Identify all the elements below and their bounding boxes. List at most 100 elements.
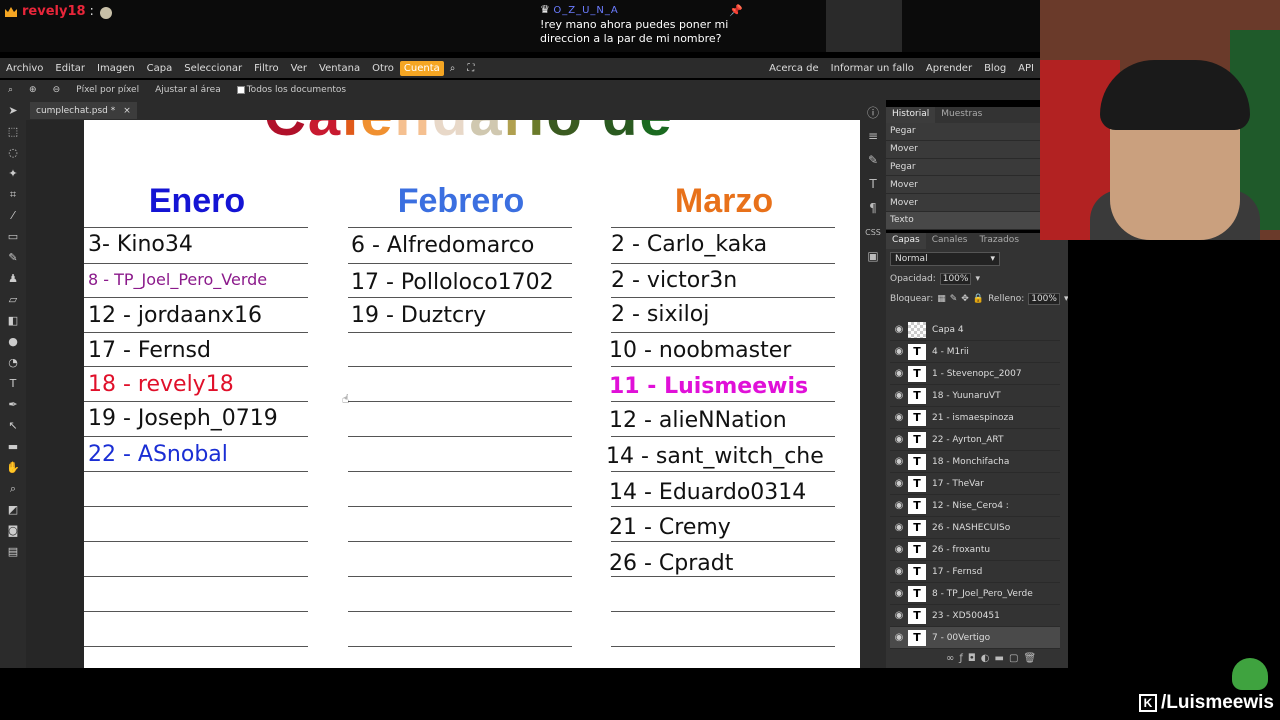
menu-acerca-de[interactable]: Acerca de bbox=[763, 63, 825, 74]
eye-icon[interactable]: ◉ bbox=[890, 324, 908, 335]
tab-historial[interactable]: Historial bbox=[886, 107, 936, 123]
fit-area-button[interactable]: Ajustar al área bbox=[147, 85, 229, 95]
menu-filtro[interactable]: Filtro bbox=[248, 63, 285, 74]
quick-mask-icon[interactable]: ◙ bbox=[0, 520, 26, 541]
eye-icon[interactable]: ◉ bbox=[890, 544, 908, 555]
layer-row[interactable]: ◉ T 1 - Stevenopc_2007 bbox=[890, 363, 1060, 385]
layer-row[interactable]: ◉ T 26 - froxantu bbox=[890, 539, 1060, 561]
layer-row[interactable]: ◉ T 18 - YuunaruVT bbox=[890, 385, 1060, 407]
eye-icon[interactable]: ◉ bbox=[890, 588, 908, 599]
dodge-tool-icon[interactable]: ◔ bbox=[0, 352, 26, 373]
layer-row[interactable]: ◉ T 4 - M1rii bbox=[890, 341, 1060, 363]
eye-icon[interactable]: ◉ bbox=[890, 456, 908, 467]
menu-otro[interactable]: Otro bbox=[366, 63, 400, 74]
tab-muestras[interactable]: Muestras bbox=[935, 107, 988, 123]
menu-blog[interactable]: Blog bbox=[978, 63, 1012, 74]
eye-icon[interactable]: ◉ bbox=[890, 434, 908, 445]
character-icon[interactable]: T bbox=[860, 172, 886, 196]
folder-icon[interactable]: ▬ bbox=[995, 653, 1004, 664]
trash-icon[interactable]: 🗑 bbox=[1023, 653, 1036, 664]
close-tab-icon[interactable]: × bbox=[123, 106, 131, 116]
menu-ver[interactable]: Ver bbox=[285, 63, 313, 74]
opacity-input[interactable]: 100% bbox=[939, 273, 972, 285]
menu-imagen[interactable]: Imagen bbox=[91, 63, 141, 74]
eye-icon[interactable]: ◉ bbox=[890, 500, 908, 511]
lock-paint-icon[interactable]: ✎ bbox=[950, 294, 958, 304]
canvas[interactable]: Calendario de Enero 3- Kino34 8 - TP_Joel_… bbox=[84, 120, 860, 668]
search-icon[interactable]: ⌕ bbox=[444, 63, 462, 74]
css-icon[interactable]: CSS bbox=[860, 220, 886, 244]
tab-canales[interactable]: Canales bbox=[926, 233, 974, 249]
bucket-tool-icon[interactable]: ◧ bbox=[0, 310, 26, 331]
lock-all-icon[interactable]: 🔒 bbox=[973, 294, 984, 304]
menu-archivo[interactable]: Archivo bbox=[0, 63, 49, 74]
layer-row[interactable]: ◉ T 17 - Fernsd bbox=[890, 561, 1060, 583]
layer-row[interactable]: ◉ T 12 - Nise_Cero4 : bbox=[890, 495, 1060, 517]
menu-api[interactable]: API bbox=[1012, 63, 1040, 74]
layer-row[interactable]: ◉ T 21 - ismaespinoza bbox=[890, 407, 1060, 429]
brush-panel-icon[interactable]: ✎ bbox=[860, 148, 886, 172]
eye-icon[interactable]: ◉ bbox=[890, 412, 908, 423]
effects-icon[interactable]: ƒ bbox=[959, 653, 963, 664]
menu-aprender[interactable]: Aprender bbox=[920, 63, 978, 74]
all-docs-checkbox[interactable]: Todos los documentos bbox=[229, 85, 354, 95]
fill-input[interactable]: 100% bbox=[1028, 293, 1060, 305]
stamp-tool-icon[interactable]: ♟ bbox=[0, 268, 26, 289]
image-icon[interactable]: ▣ bbox=[860, 244, 886, 268]
zoom-in-icon[interactable]: ⊕ bbox=[21, 85, 45, 95]
new-layer-icon[interactable]: ▢ bbox=[1009, 653, 1018, 664]
eye-icon[interactable]: ◉ bbox=[890, 478, 908, 489]
lock-transparency-icon[interactable]: ▦ bbox=[937, 294, 946, 304]
fullscreen-icon[interactable]: ⛶ bbox=[461, 63, 480, 74]
layer-row[interactable]: ◉ T 17 - TheVar bbox=[890, 473, 1060, 495]
lasso-tool-icon[interactable]: ◌ bbox=[0, 142, 26, 163]
eye-icon[interactable]: ◉ bbox=[890, 632, 908, 643]
info-icon[interactable]: ⓘ bbox=[860, 100, 886, 124]
marquee-tool-icon[interactable]: ⬚ bbox=[0, 121, 26, 142]
link-layers-icon[interactable]: ∞ bbox=[946, 653, 954, 664]
move-tool-icon[interactable]: ➤ bbox=[0, 100, 26, 121]
crop-tool-icon[interactable]: ⌗ bbox=[0, 184, 26, 205]
eyedropper-icon[interactable]: ⁄ bbox=[0, 205, 26, 226]
menu-capa[interactable]: Capa bbox=[141, 63, 179, 74]
eye-icon[interactable]: ◉ bbox=[890, 566, 908, 577]
layer-row[interactable]: ◉ T 8 - TP_Joel_Pero_Verde bbox=[890, 583, 1060, 605]
paragraph-icon[interactable]: ¶ bbox=[860, 196, 886, 220]
layer-row[interactable]: ◉ T 26 - NASHECUISo bbox=[890, 517, 1060, 539]
shape-tool-icon[interactable]: ▬ bbox=[0, 436, 26, 457]
eye-icon[interactable]: ◉ bbox=[890, 390, 908, 401]
eye-icon[interactable]: ◉ bbox=[890, 346, 908, 357]
color-swatch-icon[interactable]: ◩ bbox=[0, 499, 26, 520]
layer-row[interactable]: ◉ T 18 - Monchifacha bbox=[890, 451, 1060, 473]
properties-icon[interactable]: ≡ bbox=[860, 124, 886, 148]
mask-icon[interactable]: ◘ bbox=[968, 653, 976, 664]
text-tool-icon[interactable]: T bbox=[0, 373, 26, 394]
layer-row[interactable]: ◉ T 7 - 00Vertigo bbox=[890, 627, 1060, 649]
hand-tool-icon[interactable]: ✋ bbox=[0, 457, 26, 478]
document-tab[interactable]: cumplechat.psd * × bbox=[30, 102, 137, 119]
pixel-button[interactable]: Píxel por píxel bbox=[68, 85, 147, 95]
menu-editar[interactable]: Editar bbox=[49, 63, 91, 74]
layer-row[interactable]: ◉ Capa 4 bbox=[890, 319, 1060, 341]
path-select-icon[interactable]: ↖ bbox=[0, 415, 26, 436]
layer-row[interactable]: ◉ T 23 - XD500451 bbox=[890, 605, 1060, 627]
eye-icon[interactable]: ◉ bbox=[890, 368, 908, 379]
eye-icon[interactable]: ◉ bbox=[890, 522, 908, 533]
zoom-out-icon[interactable]: ⊖ bbox=[45, 85, 69, 95]
lock-move-icon[interactable]: ✥ bbox=[961, 294, 969, 304]
pen-tool-icon[interactable]: ✒ bbox=[0, 394, 26, 415]
adjustment-icon[interactable]: ◐ bbox=[981, 653, 990, 664]
layer-row[interactable]: ◉ T 22 - Ayrton_ART bbox=[890, 429, 1060, 451]
screen-mode-icon[interactable]: ▤ bbox=[0, 541, 26, 562]
tab-capas[interactable]: Capas bbox=[886, 233, 926, 249]
eye-icon[interactable]: ◉ bbox=[890, 610, 908, 621]
brush-tool-icon[interactable]: ✎ bbox=[0, 247, 26, 268]
eraser-tool-icon[interactable]: ▱ bbox=[0, 289, 26, 310]
blur-tool-icon[interactable]: ● bbox=[0, 331, 26, 352]
tab-trazados[interactable]: Trazados bbox=[973, 233, 1025, 249]
blend-mode-select[interactable]: Normal ▾ bbox=[890, 252, 1000, 266]
zoom-tool-sidebar-icon[interactable]: ⌕ bbox=[0, 478, 26, 499]
menu-seleccionar[interactable]: Seleccionar bbox=[178, 63, 248, 74]
menu-ventana[interactable]: Ventana bbox=[313, 63, 366, 74]
menu-cuenta[interactable]: Cuenta bbox=[399, 60, 444, 76]
